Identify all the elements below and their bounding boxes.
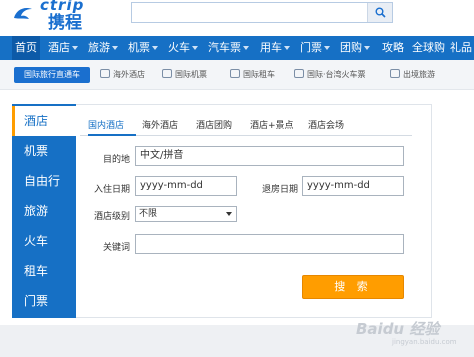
- nav-item-groupbuy[interactable]: 团购: [340, 36, 370, 60]
- nav-item-train[interactable]: 火车: [168, 36, 198, 60]
- subnav-link-outbound-tour[interactable]: 出境旅游: [390, 68, 435, 82]
- nav-item-flight[interactable]: 机票: [128, 36, 158, 60]
- checkout-date-input[interactable]: yyyy-mm-dd: [302, 176, 404, 196]
- car-icon: [230, 69, 240, 78]
- nav-label: 礼品: [450, 41, 472, 54]
- site-search: [131, 2, 393, 23]
- subnav-link-intl-flight[interactable]: 国际机票: [162, 68, 207, 82]
- dropdown-arrow-icon: [226, 212, 232, 216]
- nav-label: 用车: [260, 41, 282, 54]
- checkout-label: 退房日期: [261, 185, 298, 195]
- plane-icon: [162, 69, 172, 78]
- header: ctrip 携程: [0, 0, 474, 36]
- tab-hotel-groupbuy[interactable]: 酒店团购: [196, 118, 232, 134]
- active-tab-indicator: [88, 134, 136, 136]
- subnav-link-label: 出境旅游: [403, 70, 435, 79]
- nav-label: 旅游: [88, 41, 110, 54]
- sidebar-item-ticket[interactable]: 门票: [12, 286, 76, 316]
- international-subnav: 国际旅行直通车 海外酒店 国际机票 国际租车 国际·台湾火车票 出境旅游: [0, 60, 474, 90]
- search-input[interactable]: [132, 3, 367, 22]
- nav-item-ticket[interactable]: 门票: [300, 36, 330, 60]
- nav-item-car[interactable]: 用车: [260, 36, 290, 60]
- nav-label: 门票: [300, 41, 322, 54]
- sidebar-item-hotel[interactable]: 酒店: [12, 106, 76, 136]
- keyword-input[interactable]: [135, 234, 404, 254]
- subnav-link-intl-car[interactable]: 国际租车: [230, 68, 275, 82]
- subnav-link-overseas-hotel[interactable]: 海外酒店: [100, 68, 145, 82]
- chevron-down-icon: [243, 46, 249, 50]
- sidebar-item-tour[interactable]: 旅游: [12, 196, 76, 226]
- chevron-down-icon: [284, 46, 290, 50]
- hotel-icon: [100, 69, 110, 78]
- chevron-down-icon: [72, 46, 78, 50]
- subnav-link-intl-train[interactable]: 国际·台湾火车票: [294, 68, 366, 82]
- tab-domestic-hotel[interactable]: 国内酒店: [88, 118, 124, 134]
- nav-item-guide[interactable]: 攻略: [382, 36, 404, 60]
- ctrip-logo[interactable]: ctrip 携程: [4, 0, 124, 33]
- subnav-link-label: 海外酒店: [113, 70, 145, 79]
- nav-item-bus[interactable]: 汽车票: [208, 36, 249, 60]
- tab-overseas-hotel[interactable]: 海外酒店: [142, 118, 178, 134]
- search-button[interactable]: [367, 3, 392, 22]
- nav-item-gift[interactable]: 礼品: [450, 36, 472, 60]
- nav-item-global-shop[interactable]: 全球购: [412, 36, 445, 60]
- tab-hotel-event[interactable]: 酒店会场: [308, 118, 344, 134]
- nav-label: 团购: [340, 41, 362, 54]
- hotel-search-button[interactable]: 搜 索: [302, 275, 404, 299]
- nav-label: 机票: [128, 41, 150, 54]
- suitcase-icon: [390, 69, 400, 78]
- nav-label: 酒店: [48, 41, 70, 54]
- nav-label: 全球购: [412, 41, 445, 54]
- checkin-label: 入住日期: [93, 185, 130, 195]
- tab-hotel-plus-attraction[interactable]: 酒店+景点: [250, 118, 294, 134]
- checkin-date-input[interactable]: yyyy-mm-dd: [135, 176, 237, 196]
- chevron-down-icon: [324, 46, 330, 50]
- baidu-watermark-url: jingyan.baidu.com: [392, 338, 457, 346]
- nav-label: 火车: [168, 41, 190, 54]
- chevron-down-icon: [364, 46, 370, 50]
- nav-label: 首页: [15, 41, 37, 54]
- nav-item-hotel[interactable]: 酒店: [48, 36, 78, 60]
- main-nav: 首页 酒店 旅游 机票 火车 汽车票 用车 门票 团购 攻略 全球购 礼品: [0, 36, 474, 60]
- chevron-down-icon: [152, 46, 158, 50]
- hotel-level-label: 酒店级别: [93, 212, 130, 222]
- baidu-watermark: Baidu 经验: [356, 320, 440, 338]
- sidebar-item-free-travel[interactable]: 自由行: [12, 166, 76, 196]
- sidebar-item-flight[interactable]: 机票: [12, 136, 76, 166]
- sidebar-item-train[interactable]: 火车: [12, 226, 76, 256]
- chevron-down-icon: [112, 46, 118, 50]
- international-badge: 国际旅行直通车: [14, 67, 90, 83]
- train-icon: [294, 69, 304, 78]
- subnav-link-label: 国际租车: [243, 70, 275, 79]
- nav-item-home[interactable]: 首页: [12, 36, 40, 60]
- chevron-down-icon: [192, 46, 198, 50]
- subnav-link-label: 国际·台湾火车票: [307, 70, 366, 79]
- nav-label: 攻略: [382, 41, 404, 54]
- sidebar-item-car-rental[interactable]: 租车: [12, 256, 76, 286]
- destination-input[interactable]: 中文/拼音: [135, 146, 404, 166]
- nav-label: 汽车票: [208, 41, 241, 54]
- logo-text-cn: 携程: [48, 13, 82, 33]
- keyword-label: 关键词: [102, 243, 130, 253]
- search-icon: [375, 7, 386, 18]
- page: ctrip 携程 首页 酒店 旅游 机票 火车 汽车票 用车 门票 团购 攻略 …: [0, 0, 474, 357]
- destination-label: 目的地: [102, 155, 130, 165]
- hotel-level-value: 不限: [139, 209, 158, 219]
- hotel-level-select[interactable]: 不限: [135, 206, 237, 222]
- category-sidebar: 酒店 机票 自由行 旅游 火车 租车 门票: [12, 104, 76, 318]
- subnav-link-label: 国际机票: [175, 70, 207, 79]
- dolphin-logo-icon: [14, 8, 32, 19]
- nav-item-tour[interactable]: 旅游: [88, 36, 118, 60]
